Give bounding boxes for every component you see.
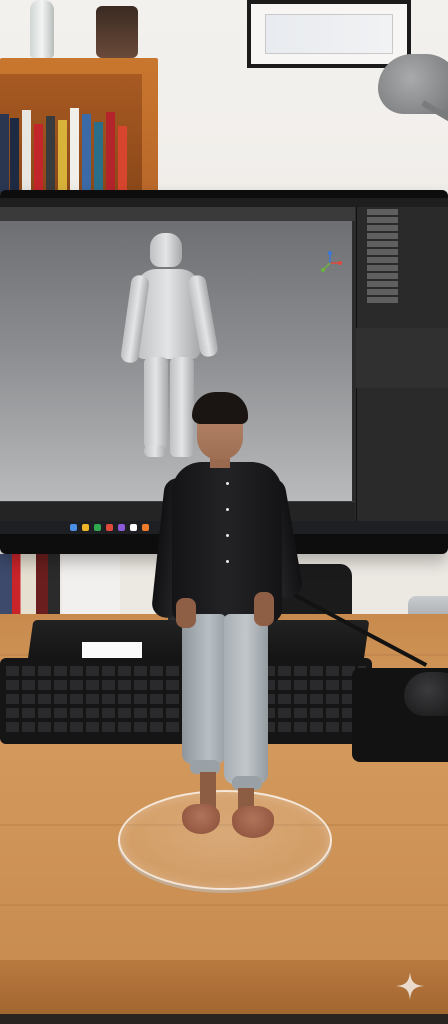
floor xyxy=(0,1014,448,1024)
outliner-row xyxy=(367,281,445,287)
water-bottle xyxy=(30,0,54,58)
book xyxy=(22,110,31,194)
bookshelf-interior xyxy=(0,74,142,194)
taskbar-app-icon xyxy=(118,524,125,531)
outliner-row xyxy=(367,209,445,215)
desk-lamp-head xyxy=(378,54,448,114)
book xyxy=(10,118,19,194)
figurine-hand-left xyxy=(176,598,196,628)
outliner-row xyxy=(367,297,445,303)
wood-grain xyxy=(0,904,448,906)
taskbar-app-icon xyxy=(106,524,113,531)
taskbar-app-icon xyxy=(130,524,137,531)
acrylic-display-base xyxy=(118,790,332,890)
shirt-button xyxy=(226,560,229,563)
figurine-pants-right xyxy=(224,614,268,784)
properties-panel xyxy=(356,328,448,388)
desk-edge xyxy=(0,960,448,1016)
book xyxy=(82,114,91,194)
3d-viewport xyxy=(0,221,352,501)
computer-mouse xyxy=(404,672,448,716)
sparkle-icon xyxy=(396,972,424,1000)
shirt-button xyxy=(226,534,229,537)
model-head xyxy=(150,233,182,267)
taskbar-app-icon xyxy=(142,524,149,531)
model-foot-left xyxy=(144,445,166,457)
outliner-row xyxy=(367,289,445,295)
lower-books xyxy=(0,554,60,618)
figurine-foot-left xyxy=(182,804,220,834)
book xyxy=(0,114,9,194)
outliner-row xyxy=(367,241,445,247)
outliner-row xyxy=(367,265,445,271)
book xyxy=(58,120,67,194)
app-menubar xyxy=(0,198,448,207)
outliner-row xyxy=(367,249,445,255)
axis-gizmo-icon xyxy=(321,251,342,272)
book xyxy=(70,108,79,194)
outliner-row xyxy=(367,273,445,279)
book xyxy=(118,126,127,194)
figurine-hair xyxy=(192,392,248,424)
model-leg-right xyxy=(170,357,194,457)
shirt-button xyxy=(226,508,229,511)
app-toolbar xyxy=(0,207,355,221)
outliner-row xyxy=(367,257,445,263)
book xyxy=(46,116,55,194)
book xyxy=(94,122,103,194)
shirt-button xyxy=(226,482,229,485)
book xyxy=(34,124,43,194)
outliner-row xyxy=(367,225,445,231)
taskbar-app-icon xyxy=(94,524,101,531)
outliner-row xyxy=(367,233,445,239)
wall-picture-frame xyxy=(247,0,411,68)
paper-note xyxy=(82,642,142,658)
figurine-pants-left xyxy=(182,614,226,764)
figurine-hand-right xyxy=(254,592,274,626)
wall-picture xyxy=(265,14,393,54)
outliner-row xyxy=(367,217,445,223)
taskbar-app-icon xyxy=(70,524,77,531)
book xyxy=(106,112,115,194)
photo-scene xyxy=(0,0,448,1024)
taskbar-app-icon xyxy=(82,524,89,531)
model-leg-left xyxy=(144,357,168,449)
figurine-foot-right xyxy=(232,806,274,838)
shelf-ornament xyxy=(96,6,138,58)
wall-socket xyxy=(62,556,120,616)
